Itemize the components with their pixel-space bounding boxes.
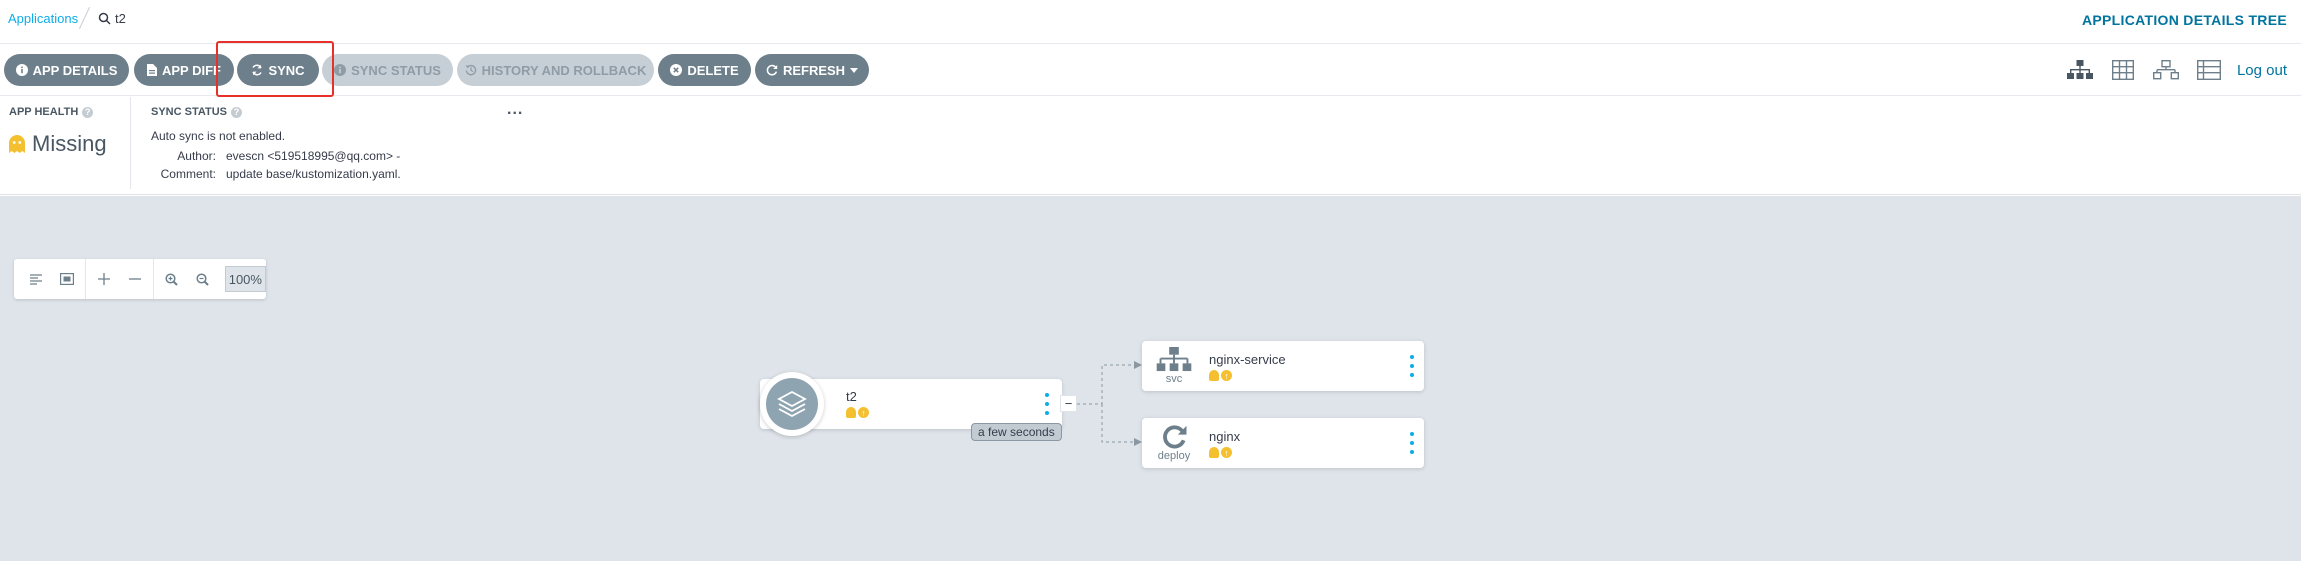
search-icon xyxy=(98,12,111,25)
file-icon xyxy=(147,64,157,76)
info-icon xyxy=(15,64,28,76)
resource-name: nginx-service xyxy=(1209,352,1286,367)
app-diff-button[interactable]: APP DIFF xyxy=(134,54,234,86)
sync-button[interactable]: SYNC xyxy=(237,54,319,86)
expand-icon[interactable] xyxy=(88,264,119,294)
health-missing-icon xyxy=(846,407,856,418)
service-icon: svc xyxy=(1154,347,1194,385)
action-toolbar: APP DETAILS APP DIFF SYNC SYNC STATUS HI… xyxy=(0,44,2301,96)
resource-node-deployment[interactable]: deploy nginx ↑ xyxy=(1142,418,1424,468)
app-health-status: Missing xyxy=(8,131,107,157)
network-view-icon[interactable] xyxy=(2145,56,2188,84)
resource-graph[interactable]: 100% t2 ↑ a few seconds − svc nginx-serv… xyxy=(0,196,2301,561)
app-health-value: Missing xyxy=(32,131,107,156)
app-diff-label: APP DIFF xyxy=(162,62,221,78)
status-panel: APP HEALTH ? Missing SYNC STATUS ? ... A… xyxy=(0,97,2301,195)
refresh-label: REFRESH xyxy=(782,62,846,78)
top-bar: Applications t2 APPLICATION DETAILS TREE xyxy=(0,0,2301,44)
breadcrumb-separator xyxy=(78,6,91,30)
ghost-icon xyxy=(8,134,26,154)
out-of-sync-icon: ↑ xyxy=(1221,447,1232,458)
breadcrumb-app-name: t2 xyxy=(115,11,126,26)
history-icon xyxy=(465,64,477,76)
app-health-box: APP HEALTH ? Missing xyxy=(0,97,131,189)
resource-menu-icon[interactable] xyxy=(1406,355,1418,377)
refresh-button[interactable]: REFRESH xyxy=(755,54,869,86)
resource-status-badges: ↑ xyxy=(1209,370,1232,381)
resource-node-service[interactable]: svc nginx-service ↑ xyxy=(1142,341,1424,391)
app-details-button[interactable]: APP DETAILS xyxy=(4,54,129,86)
fit-to-screen-icon[interactable] xyxy=(51,264,82,294)
delete-button[interactable]: DELETE xyxy=(658,54,751,86)
sync-status-title: SYNC STATUS ? xyxy=(151,106,242,118)
delete-label: DELETE xyxy=(687,62,739,78)
pods-view-icon[interactable] xyxy=(2102,56,2145,84)
app-health-title: APP HEALTH ? xyxy=(9,106,94,118)
zoom-in-icon[interactable] xyxy=(156,264,187,294)
app-node-status-badges: ↑ xyxy=(846,407,869,418)
breadcrumb-applications-link[interactable]: Applications xyxy=(8,11,78,26)
resource-menu-icon[interactable] xyxy=(1406,432,1418,454)
resource-status-badges: ↑ xyxy=(1209,447,1232,458)
out-of-sync-icon: ↑ xyxy=(858,407,869,418)
layers-icon xyxy=(766,378,818,430)
comment-value: update base/kustomization.yaml. xyxy=(226,167,401,181)
deployment-icon: deploy xyxy=(1154,424,1194,462)
page-title: APPLICATION DETAILS TREE xyxy=(2081,12,2287,28)
author-value: evescn <519518995@qq.com> - xyxy=(226,149,401,163)
tree-view-icon[interactable] xyxy=(2059,56,2102,84)
collapse-icon[interactable] xyxy=(119,264,150,294)
app-node-name: t2 xyxy=(846,389,857,404)
align-left-icon[interactable] xyxy=(20,264,51,294)
sync-status-button[interactable]: SYNC STATUS xyxy=(322,54,453,86)
breadcrumb-current[interactable]: t2 xyxy=(98,11,126,26)
logout-link[interactable]: Log out xyxy=(2237,62,2287,79)
history-rollback-label: HISTORY AND ROLLBACK xyxy=(481,62,647,78)
zoom-level[interactable]: 100% xyxy=(224,266,266,292)
resource-kind: svc xyxy=(1165,373,1183,385)
author-label: Author: xyxy=(177,149,216,163)
sync-icon xyxy=(251,64,263,76)
list-view-icon[interactable] xyxy=(2188,56,2231,84)
auto-sync-message: Auto sync is not enabled. xyxy=(151,129,286,143)
view-switcher: Log out xyxy=(2059,56,2301,84)
health-missing-icon xyxy=(1209,370,1219,381)
resource-kind: deploy xyxy=(1157,450,1191,462)
divider xyxy=(84,259,86,299)
help-icon[interactable]: ? xyxy=(231,106,242,118)
sync-status-more-button[interactable]: ... xyxy=(507,101,523,119)
caret-down-icon xyxy=(850,67,859,73)
delete-icon xyxy=(670,64,683,76)
comment-label: Comment: xyxy=(160,167,216,181)
info-icon xyxy=(334,64,347,76)
app-node-age: a few seconds xyxy=(971,423,1062,441)
app-node-menu-icon[interactable] xyxy=(1041,393,1053,415)
refresh-icon xyxy=(766,64,778,76)
zoom-toolbar: 100% xyxy=(14,259,266,299)
sync-status-label: SYNC STATUS xyxy=(151,106,227,118)
health-missing-icon xyxy=(1209,447,1219,458)
divider xyxy=(152,259,154,299)
resource-name: nginx xyxy=(1209,429,1241,444)
sync-label: SYNC xyxy=(268,62,305,78)
app-health-label: APP HEALTH xyxy=(9,106,79,118)
sync-status-label: SYNC STATUS xyxy=(351,62,441,78)
out-of-sync-icon: ↑ xyxy=(1221,370,1232,381)
collapse-children-button[interactable]: − xyxy=(1060,395,1077,412)
help-icon[interactable]: ? xyxy=(82,106,94,118)
app-details-label: APP DETAILS xyxy=(32,62,118,78)
zoom-out-icon[interactable] xyxy=(187,264,218,294)
app-node-icon[interactable] xyxy=(760,372,824,436)
history-rollback-button[interactable]: HISTORY AND ROLLBACK xyxy=(457,54,654,86)
